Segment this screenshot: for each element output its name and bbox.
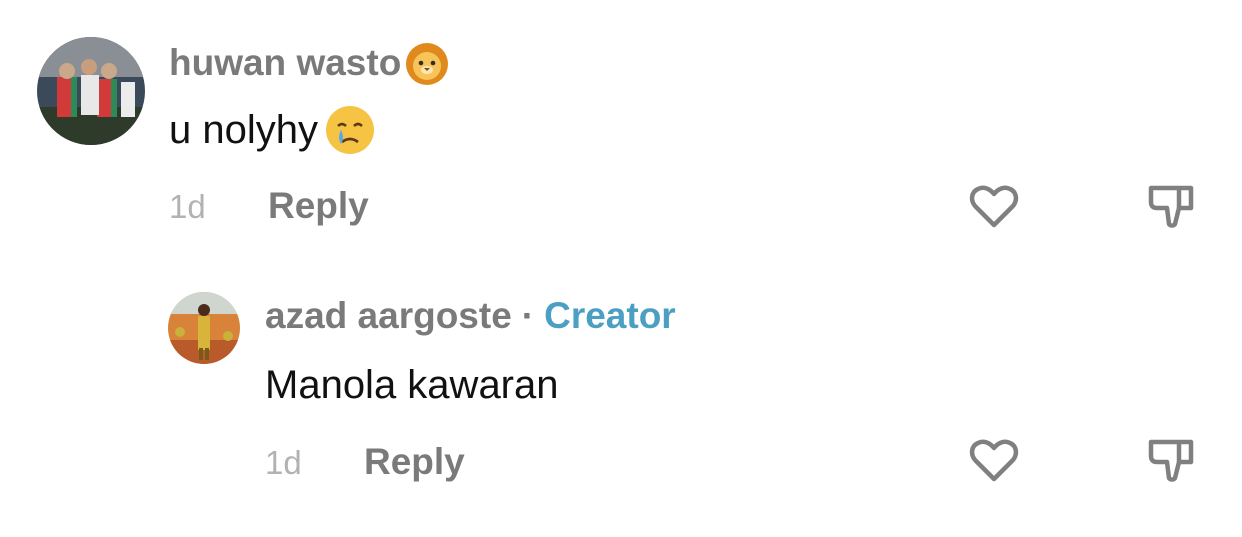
reply-button[interactable]: Reply <box>268 185 369 227</box>
comment-timestamp: 1d <box>169 188 206 225</box>
reply-comment-item: azad aargoste · Creator Manola kawaran 1… <box>0 260 1242 537</box>
comment-text: u nolyhy <box>169 104 376 156</box>
comment-text-content: Manola kawaran <box>265 362 559 407</box>
crying-face-emoji <box>324 104 376 156</box>
comment-text-content: u nolyhy <box>169 107 318 152</box>
comment-timestamp: 1d <box>265 444 302 481</box>
avatar-photo <box>168 292 240 364</box>
comment-item: huwan wasto u nolyhy 1d Reply <box>0 0 1242 260</box>
thumbs-down-outline-icon[interactable] <box>1145 182 1197 230</box>
thumbs-down-outline-icon[interactable] <box>1145 436 1197 484</box>
separator-dot: · <box>521 295 535 336</box>
avatar[interactable] <box>168 292 240 364</box>
comment-text: Manola kawaran <box>265 359 559 411</box>
avatar-photo <box>37 37 145 145</box>
avatar[interactable] <box>37 37 145 145</box>
heart-outline-icon[interactable] <box>968 436 1020 484</box>
creator-badge: Creator <box>544 295 676 336</box>
comment-username[interactable]: huwan wasto <box>169 40 451 86</box>
lion-face-emoji <box>403 40 451 86</box>
reply-button[interactable]: Reply <box>364 441 465 483</box>
username-text: huwan wasto <box>169 42 402 83</box>
heart-outline-icon[interactable] <box>968 182 1020 230</box>
username-text: azad aargoste <box>265 295 512 336</box>
comment-username[interactable]: azad aargoste · Creator <box>265 293 676 339</box>
